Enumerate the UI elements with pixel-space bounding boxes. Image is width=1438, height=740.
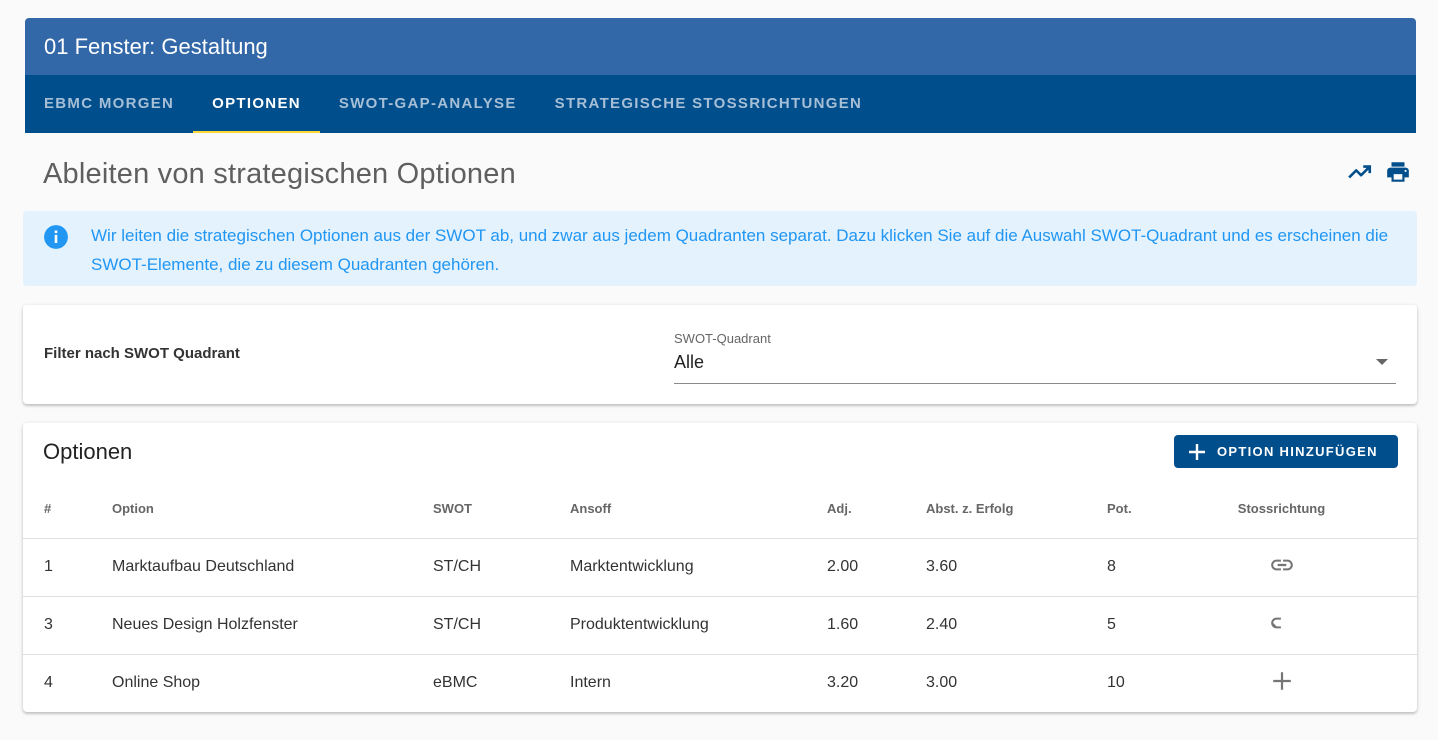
page-title: Ableiten von strategischen Optionen: [43, 158, 516, 190]
cell-stossrichtung: [1228, 538, 1417, 597]
options-card: Optionen OPTION HINZUFÜGEN # Option SWOT…: [23, 423, 1417, 712]
tab-strategische-stossrichtungen[interactable]: STRATEGISCHE STOSSRICHTUNGEN: [536, 75, 882, 133]
select-label: SWOT-Quadrant: [674, 331, 771, 346]
link-icon[interactable]: [1269, 610, 1295, 636]
cell-adj: 3.20: [827, 674, 859, 692]
col-header-ansoff[interactable]: Ansoff: [570, 480, 827, 539]
trending-icon[interactable]: [1346, 158, 1374, 186]
tab-optionen[interactable]: OPTIONEN: [193, 75, 320, 133]
cell-stossrichtung: [1228, 596, 1417, 655]
col-header-adj[interactable]: Adj.: [827, 480, 926, 539]
table-row[interactable]: 1 Marktaufbau Deutschland ST/CH Marktent…: [23, 538, 1417, 597]
cell-num: 4: [44, 674, 53, 692]
table-header-row: # Option SWOT Ansoff Adj. Abst. z. Erfol…: [23, 480, 1417, 539]
table-row[interactable]: 4 Online Shop eBMC Intern 3.20 3.00 10: [23, 654, 1417, 712]
cell-option: Marktaufbau Deutschland: [112, 538, 433, 597]
cell-adj: 2.00: [827, 538, 926, 597]
cell-adj: 1.60: [827, 596, 926, 655]
page-actions: [1346, 158, 1412, 186]
cell-swot: ST/CH: [433, 538, 570, 597]
cell-abst: 3.60: [926, 538, 1107, 597]
cell-swot: ST/CH: [433, 596, 570, 655]
col-header-option[interactable]: Option: [112, 480, 433, 539]
cell-option: Neues Design Holzfenster: [112, 596, 433, 655]
print-icon[interactable]: [1384, 158, 1412, 186]
cell-ansoff: Intern: [570, 674, 611, 692]
tab-swot-gap-analyse[interactable]: SWOT-GAP-ANALYSE: [320, 75, 536, 133]
table-row[interactable]: 3 Neues Design Holzfenster ST/CH Produkt…: [23, 596, 1417, 655]
options-table: # Option SWOT Ansoff Adj. Abst. z. Erfol…: [23, 480, 1417, 712]
filter-card: Filter nach SWOT Quadrant SWOT-Quadrant …: [23, 305, 1417, 404]
info-icon: [43, 224, 71, 274]
cell-option: Online Shop: [112, 674, 201, 692]
cell-swot: eBMC: [433, 674, 478, 692]
link-icon[interactable]: [1269, 552, 1295, 578]
cell-abst: 3.00: [926, 674, 958, 692]
tab-bar: EBMC MORGEN OPTIONEN SWOT-GAP-ANALYSE ST…: [25, 75, 1416, 133]
app-title: 01 Fenster: Gestaltung: [25, 18, 1416, 75]
add-option-button[interactable]: OPTION HINZUFÜGEN: [1174, 435, 1398, 468]
col-header-swot[interactable]: SWOT: [433, 480, 570, 539]
cell-pot: 10: [1107, 674, 1125, 692]
cell-pot: 5: [1107, 596, 1228, 655]
info-alert: Wir leiten die strategischen Optionen au…: [23, 211, 1417, 286]
cell-ansoff: Produktentwicklung: [570, 596, 827, 655]
cell-ansoff: Marktentwicklung: [570, 538, 827, 597]
plus-icon[interactable]: [1271, 670, 1293, 692]
cell-abst: 2.40: [926, 596, 1107, 655]
col-header-stossrichtung[interactable]: Stossrichtung: [1228, 480, 1417, 539]
dropdown-arrow-icon: [1376, 359, 1388, 365]
plus-icon: [1189, 443, 1205, 460]
swot-quadrant-select[interactable]: SWOT-Quadrant Alle: [674, 331, 1396, 384]
select-value: Alle: [674, 352, 705, 372]
options-title: Optionen: [43, 439, 133, 464]
col-header-abst[interactable]: Abst. z. Erfolg: [926, 480, 1107, 539]
cell-pot: 8: [1107, 538, 1228, 597]
filter-label: Filter nach SWOT Quadrant: [44, 345, 240, 362]
col-header-pot[interactable]: Pot.: [1107, 480, 1228, 539]
add-option-label: OPTION HINZUFÜGEN: [1217, 444, 1378, 459]
cell-num: 3: [23, 596, 112, 655]
cell-num: 1: [23, 538, 112, 597]
info-text: Wir leiten die strategischen Optionen au…: [91, 226, 1389, 274]
cell-stossrichtung: [1228, 654, 1417, 712]
tab-ebmc-morgen[interactable]: EBMC MORGEN: [25, 75, 193, 133]
app-bar: 01 Fenster: Gestaltung EBMC MORGEN OPTIO…: [25, 18, 1416, 133]
col-header-num[interactable]: #: [23, 480, 112, 539]
